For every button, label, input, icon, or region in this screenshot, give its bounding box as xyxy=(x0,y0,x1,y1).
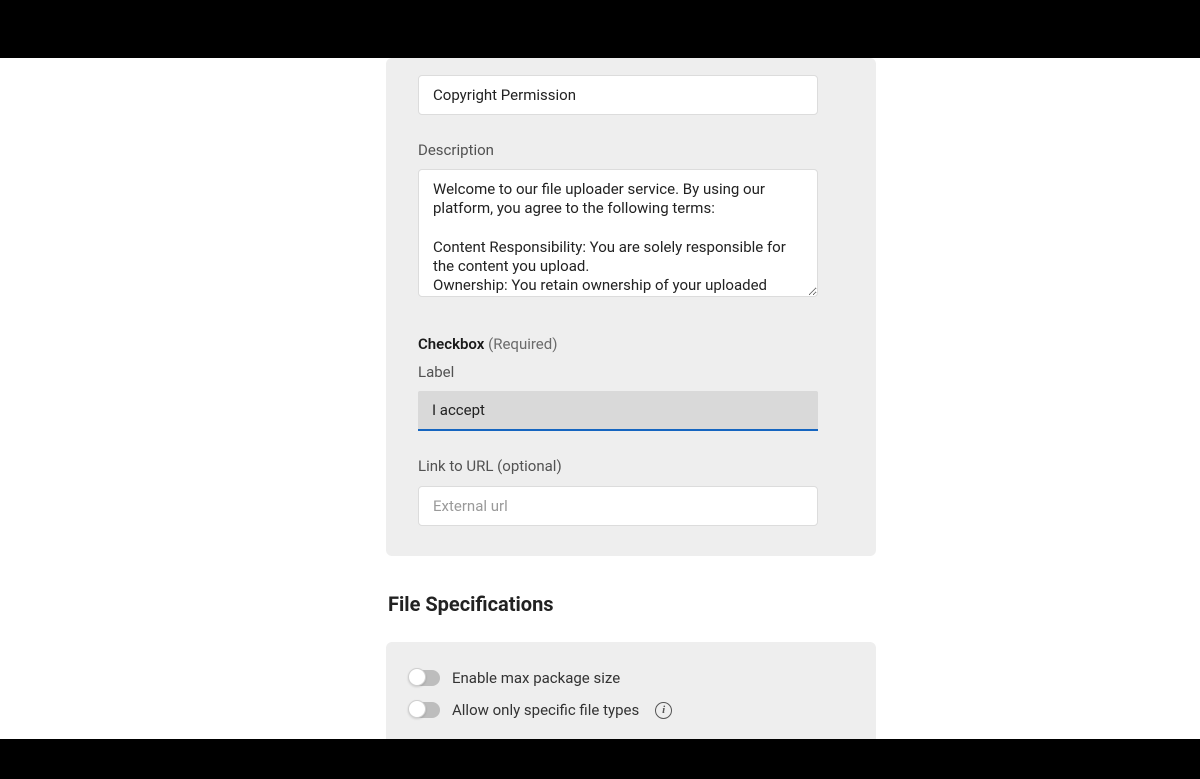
info-icon[interactable]: i xyxy=(655,702,672,719)
file-spec-heading: File Specifications xyxy=(388,592,876,616)
content-area: Description Checkbox (Required) Label Li… xyxy=(18,58,1200,739)
link-url-label: Link to URL (optional) xyxy=(418,457,844,475)
toggle-row-max-package: Enable max package size xyxy=(410,662,852,694)
checkbox-required-badge: (Required) xyxy=(488,335,557,353)
checkbox-heading-text: Checkbox xyxy=(418,335,484,353)
toggle-label-max-package: Enable max package size xyxy=(452,669,620,687)
terms-card: Description Checkbox (Required) Label Li… xyxy=(386,58,876,556)
file-spec-card: Enable max package size Allow only speci… xyxy=(386,642,876,739)
description-textarea[interactable] xyxy=(418,169,818,297)
toggle-row-file-types: Allow only specific file types i xyxy=(410,694,852,726)
page-frame: Description Checkbox (Required) Label Li… xyxy=(0,58,1200,739)
toggle-label-file-types: Allow only specific file types xyxy=(452,701,639,719)
toggle-max-package-size[interactable] xyxy=(410,670,440,686)
toggle-allow-file-types[interactable] xyxy=(410,702,440,718)
title-input[interactable] xyxy=(418,75,818,115)
file-spec-section: File Specifications Enable max package s… xyxy=(386,592,876,739)
link-url-input[interactable] xyxy=(418,486,818,526)
label-field-label: Label xyxy=(418,363,844,381)
main-panel: Description Checkbox (Required) Label Li… xyxy=(386,58,876,739)
checkbox-label-input[interactable] xyxy=(418,391,818,431)
checkbox-heading: Checkbox (Required) xyxy=(418,335,844,353)
toggle-knob xyxy=(408,700,426,718)
description-label: Description xyxy=(418,141,844,159)
toggle-knob xyxy=(408,668,426,686)
